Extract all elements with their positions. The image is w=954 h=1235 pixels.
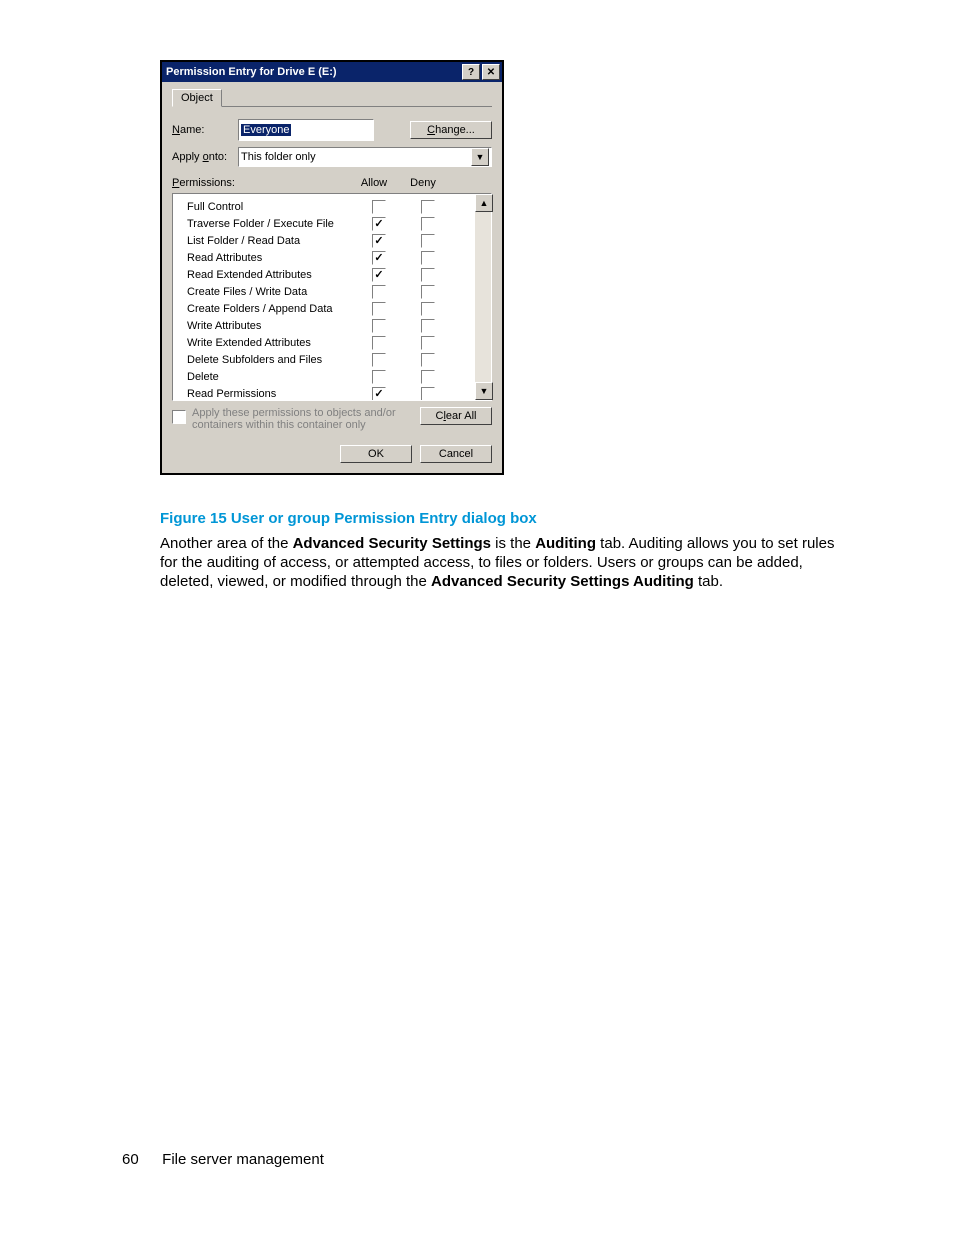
deny-checkbox[interactable] [421,319,435,333]
column-allow: Allow [350,177,398,189]
permission-row: Create Files / Write Data [173,283,475,300]
permission-row: Read Attributes ✓ [173,249,475,266]
chevron-down-icon: ▼ [480,386,489,396]
cancel-button[interactable]: Cancel [420,445,492,463]
name-field[interactable]: Everyone [238,119,374,141]
column-deny: Deny [398,177,448,189]
permission-row: Delete [173,368,475,385]
page-footer: 60 File server management [122,1151,324,1168]
page-number: 60 [122,1151,158,1168]
ok-button[interactable]: OK [340,445,412,463]
name-label: Name: [172,124,238,136]
apply-onto-select[interactable]: This folder only ▼ [238,147,492,167]
deny-checkbox[interactable] [421,353,435,367]
permission-name: Read Extended Attributes [173,269,355,281]
apply-to-descendants-label: Apply these permissions to objects and/o… [192,407,420,431]
scroll-up-button[interactable]: ▲ [475,194,493,212]
permission-row: Write Attributes [173,317,475,334]
permission-name: Write Extended Attributes [173,337,355,349]
permission-row: Read Extended Attributes ✓ [173,266,475,283]
chevron-down-icon: ▼ [476,152,485,162]
allow-checkbox[interactable]: ✓ [372,234,386,248]
permission-row: Delete Subfolders and Files [173,351,475,368]
permission-row: Create Folders / Append Data [173,300,475,317]
allow-checkbox[interactable] [372,336,386,350]
allow-checkbox[interactable]: ✓ [372,268,386,282]
apply-onto-label: Apply onto: [172,151,238,163]
close-icon: ✕ [487,67,495,78]
permission-name: Create Files / Write Data [173,286,355,298]
dropdown-button[interactable]: ▼ [471,148,489,166]
permission-row: Traverse Folder / Execute File ✓ [173,215,475,232]
allow-checkbox[interactable]: ✓ [372,217,386,231]
figure-caption: Figure 15 User or group Permission Entry… [160,510,537,527]
deny-checkbox[interactable] [421,302,435,316]
permission-name: Delete [173,371,355,383]
allow-checkbox[interactable]: ✓ [372,387,386,401]
scrollbar[interactable]: ▲ ▼ [475,194,491,400]
name-value: Everyone [241,124,291,136]
permission-row: List Folder / Read Data ✓ [173,232,475,249]
apply-to-descendants-checkbox[interactable] [172,410,186,424]
permission-name: Full Control [173,201,355,213]
permission-row: Full Control [173,198,475,215]
permission-name: Traverse Folder / Execute File [173,218,355,230]
permission-row: Read Permissions ✓ [173,385,475,400]
permission-entry-dialog: Permission Entry for Drive E (E:) ? ✕ Ob… [160,60,504,475]
allow-checkbox[interactable] [372,302,386,316]
deny-checkbox[interactable] [421,336,435,350]
tab-object[interactable]: Object [172,89,222,107]
section-title: File server management [162,1151,324,1168]
deny-checkbox[interactable] [421,251,435,265]
apply-onto-value: This folder only [241,151,471,163]
permission-name: Read Permissions [173,388,355,400]
para-b1: Advanced Security Settings [293,535,491,552]
para-b2: Auditing [535,535,596,552]
scroll-down-button[interactable]: ▼ [475,382,493,400]
permission-name: Read Attributes [173,252,355,264]
deny-checkbox[interactable] [421,387,435,401]
deny-checkbox[interactable] [421,268,435,282]
para-t1: Another area of the [160,535,293,552]
allow-checkbox[interactable] [372,200,386,214]
deny-checkbox[interactable] [421,370,435,384]
para-t2: is the [491,535,535,552]
permissions-list: Full Control Traverse Folder / Execute Fi… [172,193,492,401]
body-paragraph: Another area of the Advanced Security Se… [160,534,848,591]
chevron-up-icon: ▲ [480,198,489,208]
close-button[interactable]: ✕ [482,64,500,80]
help-button[interactable]: ? [462,64,480,80]
para-b3: Advanced Security Settings Auditing [431,573,694,590]
change-button[interactable]: Change... [410,121,492,139]
clear-all-button[interactable]: Clear All [420,407,492,425]
permissions-label: Permissions: [172,177,235,189]
allow-checkbox[interactable] [372,285,386,299]
deny-checkbox[interactable] [421,285,435,299]
permission-name: Delete Subfolders and Files [173,354,355,366]
permission-row: Write Extended Attributes [173,334,475,351]
allow-checkbox[interactable] [372,353,386,367]
deny-checkbox[interactable] [421,200,435,214]
para-t4: tab. [694,573,723,590]
title-bar: Permission Entry for Drive E (E:) ? ✕ [162,62,502,82]
deny-checkbox[interactable] [421,217,435,231]
allow-checkbox[interactable] [372,319,386,333]
allow-checkbox[interactable]: ✓ [372,251,386,265]
deny-checkbox[interactable] [421,234,435,248]
allow-checkbox[interactable] [372,370,386,384]
permission-name: List Folder / Read Data [173,235,355,247]
dialog-title: Permission Entry for Drive E (E:) [166,66,460,78]
permission-name: Create Folders / Append Data [173,303,355,315]
permission-name: Write Attributes [173,320,355,332]
